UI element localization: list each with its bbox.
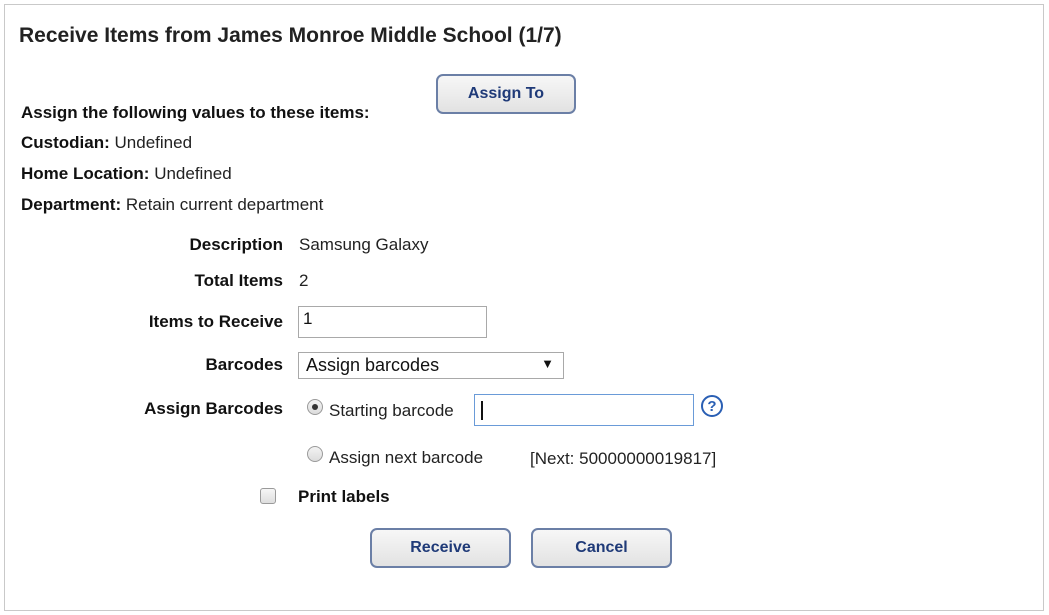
print-labels-label: Print labels bbox=[298, 487, 390, 506]
items-to-receive-label: Items to Receive bbox=[148, 312, 283, 331]
description-label: Description bbox=[189, 235, 283, 254]
starting-barcode-input[interactable] bbox=[474, 394, 694, 426]
total-items-value: 2 bbox=[299, 271, 309, 290]
assign-barcodes-label: Assign Barcodes bbox=[144, 399, 283, 418]
department-value: Retain current department bbox=[125, 195, 324, 214]
receive-button[interactable]: Receive bbox=[370, 528, 511, 568]
description-value: Samsung Galaxy bbox=[299, 235, 429, 254]
barcodes-selected-value: Assign barcodes bbox=[306, 355, 440, 375]
home-location-value: Undefined bbox=[154, 164, 232, 183]
assign-next-barcode-label: Assign next barcode bbox=[329, 448, 484, 467]
dialog-title: Receive Items from James Monroe Middle S… bbox=[19, 24, 562, 47]
print-labels-checkbox[interactable] bbox=[260, 488, 276, 504]
assign-values-heading: Assign the following values to these ite… bbox=[21, 103, 370, 122]
next-barcode-info: [Next: 50000000019817] bbox=[530, 449, 717, 468]
department-row: Department: Retain current department bbox=[21, 195, 323, 215]
question-circle-icon[interactable]: ? bbox=[701, 395, 723, 417]
starting-barcode-radio[interactable] bbox=[307, 399, 323, 415]
custodian-label: Custodian: bbox=[21, 133, 110, 152]
cancel-button[interactable]: Cancel bbox=[531, 528, 672, 568]
assign-to-button[interactable]: Assign To bbox=[436, 74, 576, 114]
barcodes-label: Barcodes bbox=[205, 355, 283, 374]
text-cursor bbox=[481, 401, 483, 420]
department-label: Department: bbox=[21, 195, 122, 214]
assign-next-barcode-radio[interactable] bbox=[307, 446, 323, 462]
home-location-label: Home Location: bbox=[21, 164, 150, 183]
total-items-label: Total Items bbox=[194, 271, 283, 290]
dropdown-arrow-icon: ▼ bbox=[541, 356, 554, 371]
home-location-row: Home Location: Undefined bbox=[21, 164, 232, 184]
items-to-receive-input[interactable]: 1 bbox=[298, 306, 487, 338]
starting-barcode-label: Starting barcode bbox=[329, 401, 454, 420]
custodian-value: Undefined bbox=[114, 133, 193, 152]
custodian-row: Custodian: Undefined bbox=[21, 133, 192, 153]
barcodes-select[interactable]: Assign barcodes ▼ bbox=[298, 352, 564, 379]
